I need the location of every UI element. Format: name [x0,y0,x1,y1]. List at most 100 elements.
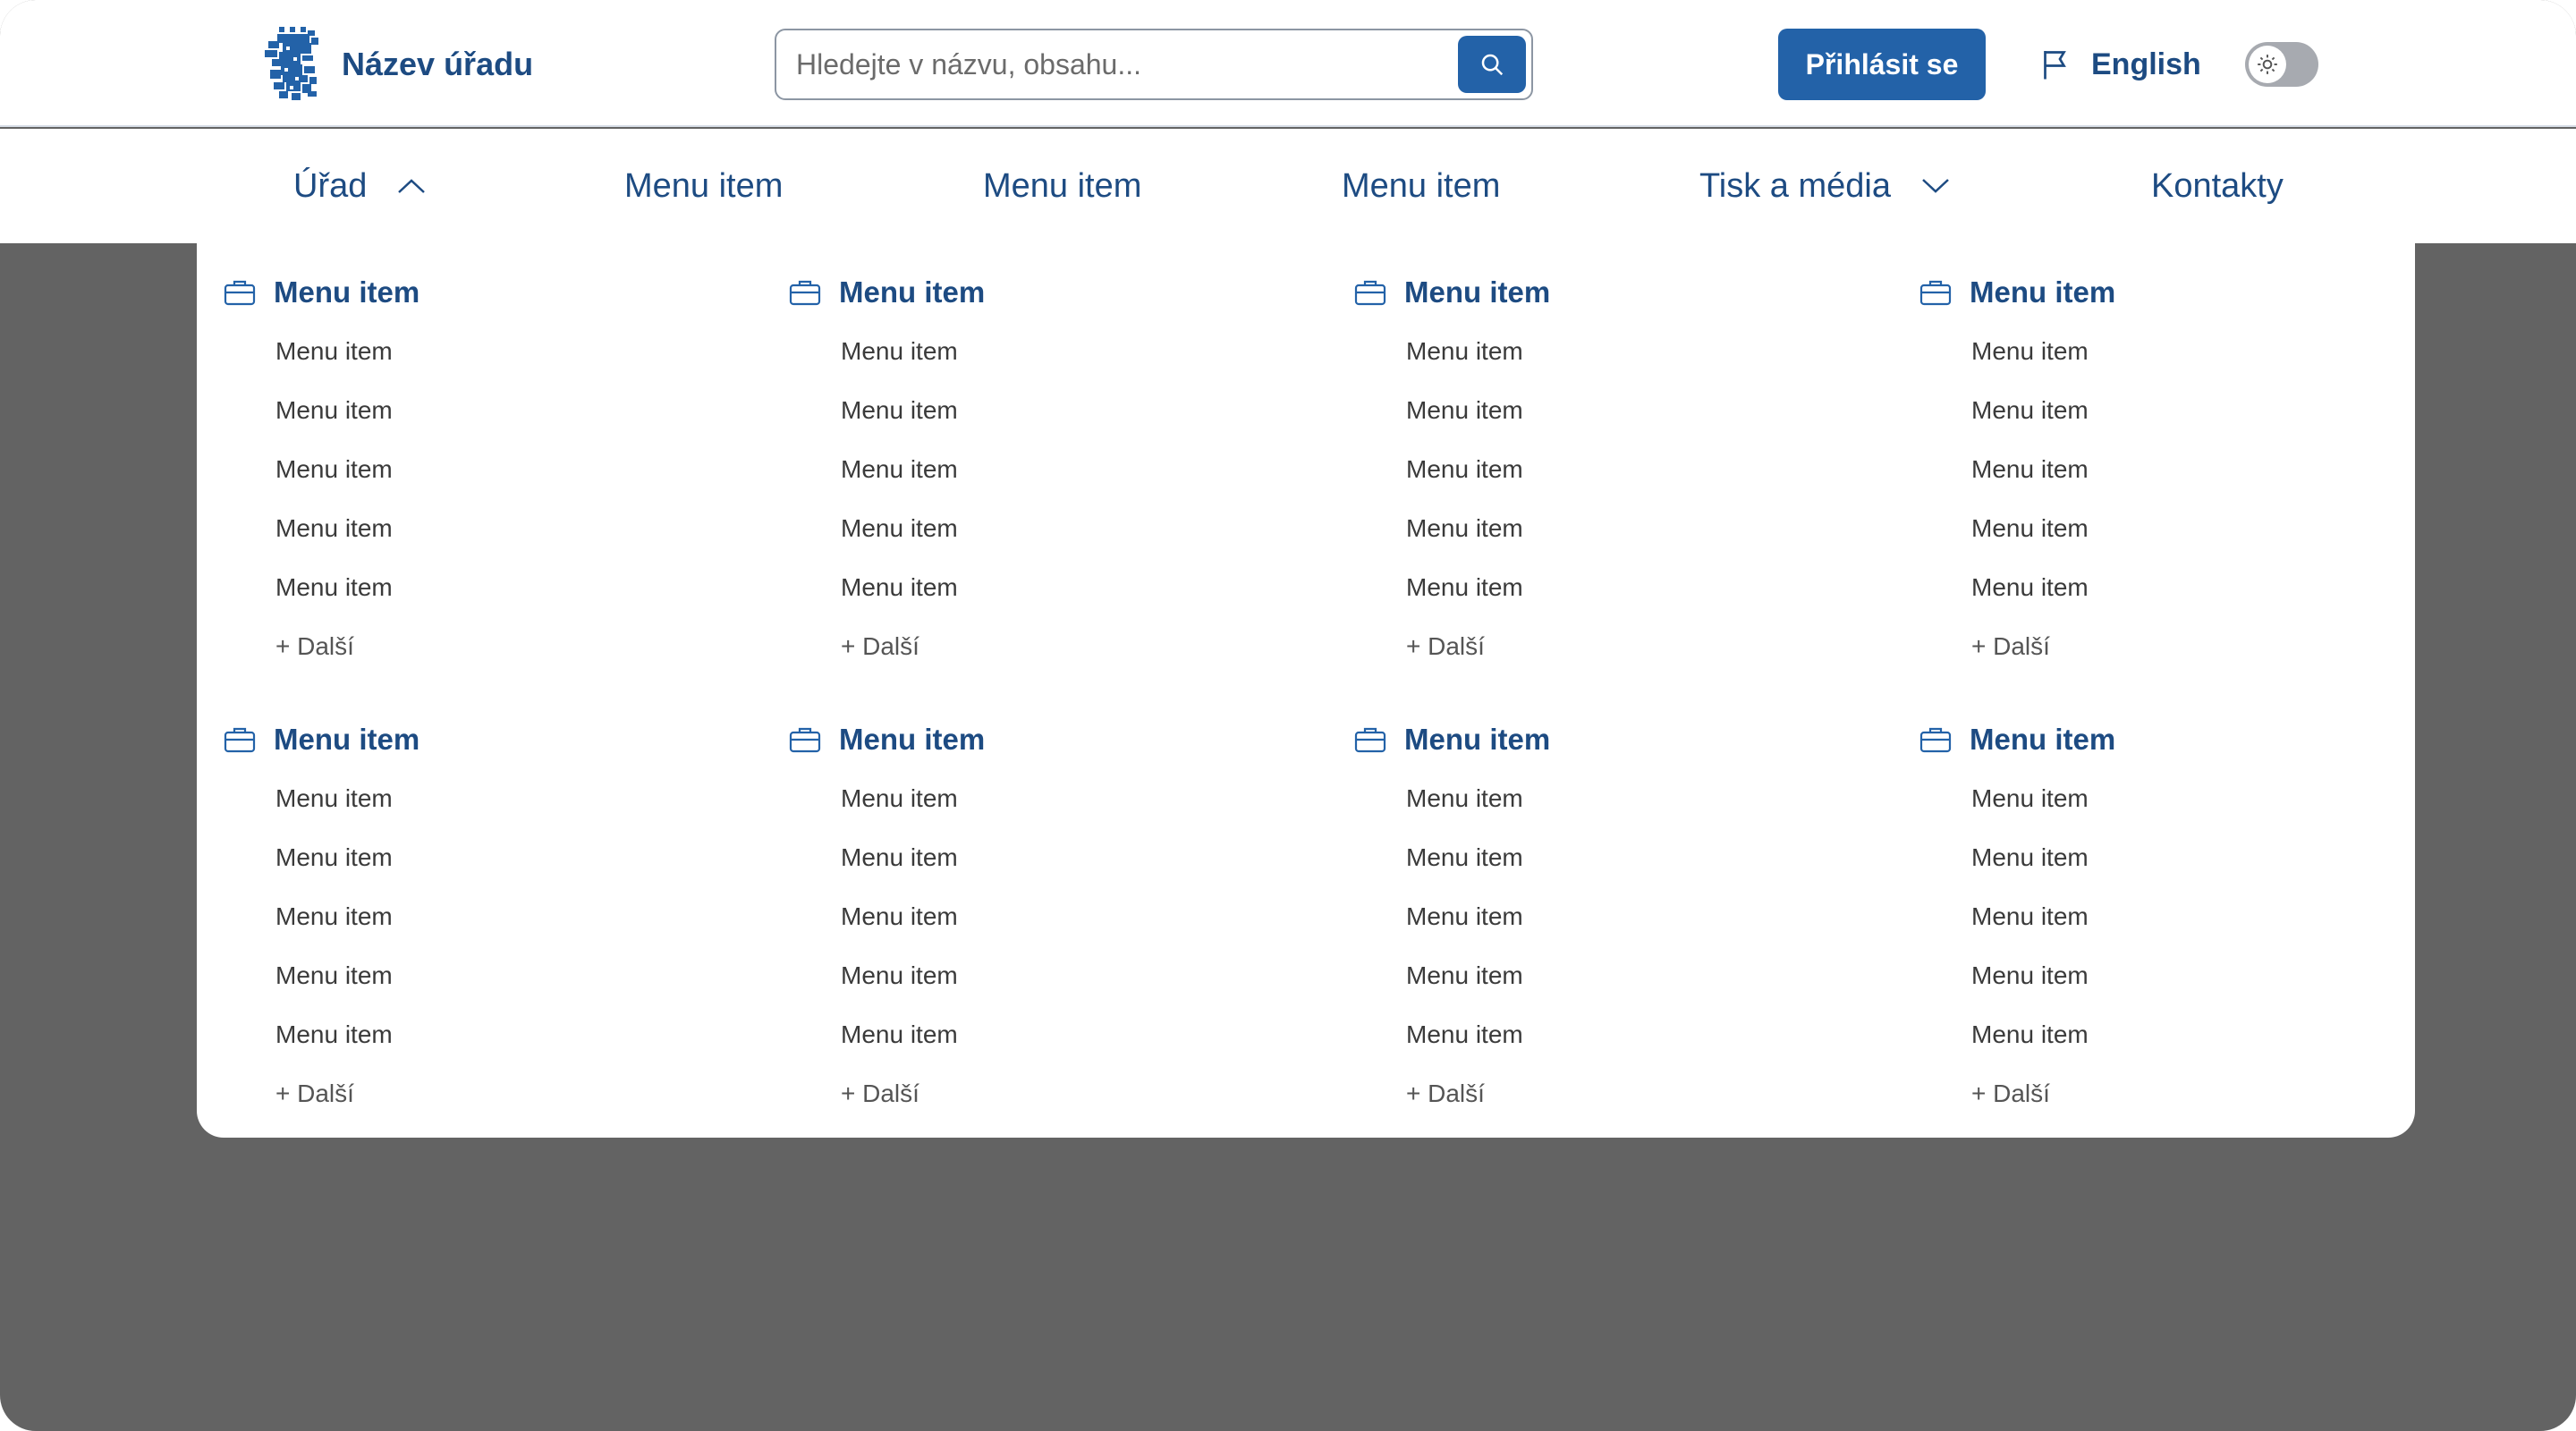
menu-group-heading[interactable]: Menu item [1919,270,2115,315]
submenu-link[interactable]: Menu item [275,514,393,543]
more-link[interactable]: + Další [841,1080,919,1108]
submenu-link[interactable]: Menu item [1971,337,2089,366]
nav-item-menu-1[interactable]: Menu item [624,129,783,243]
submenu-link[interactable]: Menu item [841,1020,958,1049]
menu-group-title: Menu item [1970,723,2116,756]
language-switch[interactable]: English [2041,29,2201,100]
briefcase-icon [1354,280,1386,306]
nav-item-tisk-a-media[interactable]: Tisk a média [1699,129,1950,243]
submenu-link[interactable]: Menu item [1406,843,1523,872]
submenu-link[interactable]: Menu item [275,961,393,990]
more-link[interactable]: + Další [841,632,919,661]
submenu-link[interactable]: Menu item [1406,514,1523,543]
nav-item-label: Tisk a média [1699,166,1891,205]
submenu-link[interactable]: Menu item [1971,843,2089,872]
submenu-link[interactable]: Menu item [1406,455,1523,484]
chevron-down-icon [1922,179,1949,193]
chevron-up-icon [398,179,426,193]
submenu-link[interactable]: Menu item [275,784,393,813]
submenu-link[interactable]: Menu item [275,573,393,602]
language-label: English [2091,47,2201,81]
submenu-link[interactable]: Menu item [275,337,393,366]
submenu-link[interactable]: Menu item [1406,337,1523,366]
submenu-link[interactable]: Menu item [1406,902,1523,931]
briefcase-icon [789,280,821,306]
submenu-link[interactable]: Menu item [1406,784,1523,813]
menu-group-heading[interactable]: Menu item [789,717,985,762]
theme-toggle[interactable] [2245,42,2318,87]
briefcase-icon [1919,727,1952,753]
briefcase-icon [224,280,256,306]
menu-group-title: Menu item [1404,723,1551,756]
nav-item-label: Menu item [983,166,1142,205]
submenu-link[interactable]: Menu item [841,455,958,484]
submenu-link[interactable]: Menu item [1971,396,2089,425]
menu-group-heading[interactable]: Menu item [224,717,419,762]
toggle-knob [2249,46,2286,83]
login-button[interactable]: Přihlásit se [1778,29,1986,100]
mega-menu-panel: Menu item Menu item Menu item Menu item Menu… [197,243,2415,1138]
submenu-link[interactable]: Menu item [841,961,958,990]
submenu-link[interactable]: Menu item [1971,1020,2089,1049]
submenu-link[interactable]: Menu item [275,1020,393,1049]
submenu-link[interactable]: Menu item [841,514,958,543]
submenu-link[interactable]: Menu item [841,843,958,872]
submenu-link[interactable]: Menu item [1406,1020,1523,1049]
more-link[interactable]: + Další [1971,1080,2050,1108]
nav-item-label: Kontakty [2151,166,2284,205]
submenu-link[interactable]: Menu item [841,902,958,931]
submenu-link[interactable]: Menu item [1971,455,2089,484]
submenu-link[interactable]: Menu item [1971,573,2089,602]
briefcase-icon [789,727,821,753]
submenu-link[interactable]: Menu item [1406,961,1523,990]
more-link[interactable]: + Další [1406,632,1485,661]
submenu-link[interactable]: Menu item [841,396,958,425]
menu-group-heading[interactable]: Menu item [1354,270,1550,315]
sun-icon [2258,55,2277,74]
search-box [775,29,1533,100]
briefcase-icon [224,727,256,753]
submenu-link[interactable]: Menu item [1971,961,2089,990]
header-bar: Název úřadu Přihlásit se English [0,0,2576,127]
submenu-link[interactable]: Menu item [1971,784,2089,813]
more-link[interactable]: + Další [1406,1080,1485,1108]
search-icon [1481,54,1504,76]
page-frame: Název úřadu Přihlásit se English [0,0,2576,1431]
search-input[interactable] [796,43,1422,86]
search-button[interactable] [1458,36,1526,93]
nav-item-urad[interactable]: Úřad [293,129,426,243]
nav-item-menu-2[interactable]: Menu item [983,129,1141,243]
site-name: Název úřadu [342,46,534,82]
menu-group-heading[interactable]: Menu item [1919,717,2115,762]
submenu-link[interactable]: Menu item [841,573,958,602]
menu-group-heading[interactable]: Menu item [224,270,419,315]
menu-group-heading[interactable]: Menu item [789,270,985,315]
nav-item-label: Úřad [293,166,368,205]
nav-item-label: Menu item [624,166,784,205]
submenu-link[interactable]: Menu item [841,784,958,813]
submenu-link[interactable]: Menu item [1406,573,1523,602]
submenu-link[interactable]: Menu item [275,396,393,425]
submenu-link[interactable]: Menu item [275,902,393,931]
submenu-link[interactable]: Menu item [1971,514,2089,543]
submenu-link[interactable]: Menu item [275,455,393,484]
briefcase-icon [1354,727,1386,753]
menu-group-heading[interactable]: Menu item [1354,717,1550,762]
more-link[interactable]: + Další [1971,632,2050,661]
nav-item-label: Menu item [1342,166,1501,205]
submenu-link[interactable]: Menu item [275,843,393,872]
nav-item-kontakty[interactable]: Kontakty [2151,129,2284,243]
nav-item-menu-3[interactable]: Menu item [1342,129,1500,243]
submenu-link[interactable]: Menu item [1406,396,1523,425]
submenu-link[interactable]: Menu item [841,337,958,366]
lion-logo-icon [265,27,318,100]
site-logo-link[interactable]: Název úřadu [265,27,533,102]
submenu-link[interactable]: Menu item [1971,902,2089,931]
more-link[interactable]: + Další [275,632,354,661]
flag-icon [2044,51,2066,80]
main-nav: Úřad Menu item Menu item Menu item Tisk … [0,129,2576,243]
menu-group-title: Menu item [1404,275,1551,309]
menu-group-title: Menu item [274,723,420,756]
menu-group-title: Menu item [1970,275,2116,309]
more-link[interactable]: + Další [275,1080,354,1108]
